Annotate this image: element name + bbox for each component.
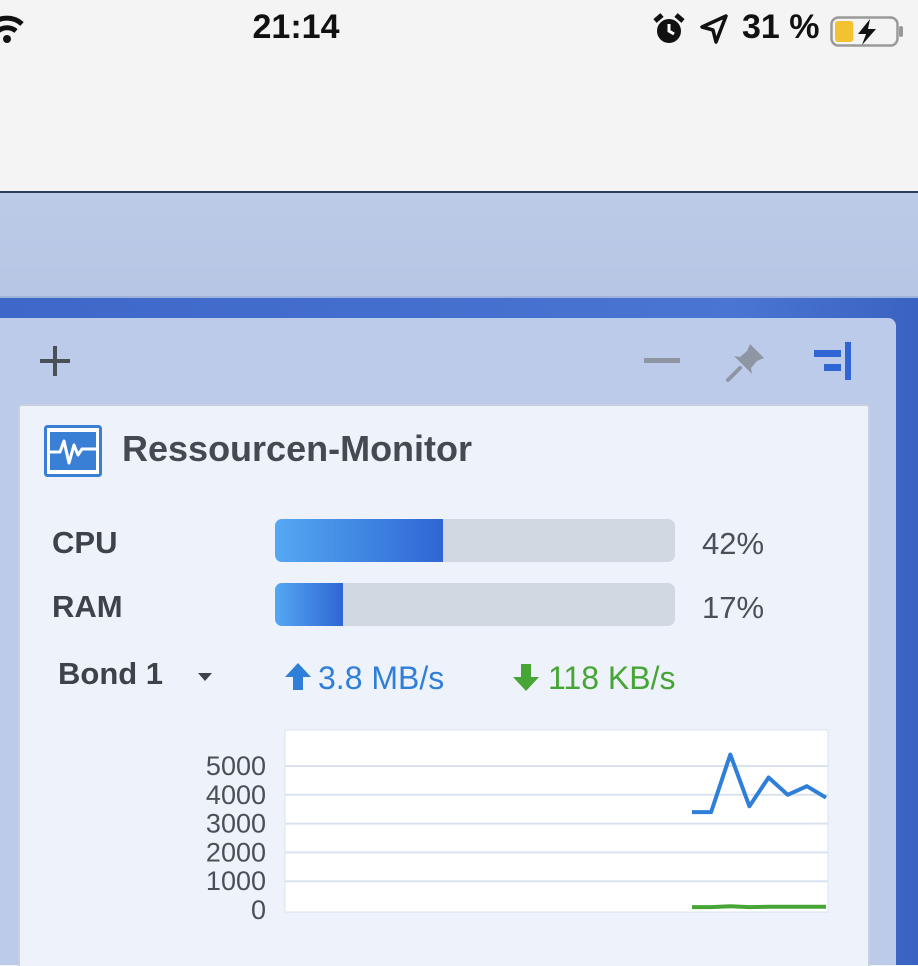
status-time: 21:14 <box>252 8 340 46</box>
chart-plot-area <box>284 729 829 913</box>
cpu-label: CPU <box>52 525 118 560</box>
widget-title: Ressourcen-Monitor <box>122 428 473 469</box>
cpu-usage-bar <box>275 519 675 562</box>
location-icon <box>700 14 728 44</box>
pin-icon[interactable] <box>724 340 768 384</box>
cpu-usage-fill <box>275 519 443 562</box>
y-tick-label: 3000 <box>206 809 266 839</box>
chevron-down-icon[interactable] <box>197 672 213 682</box>
plus-icon[interactable] <box>38 344 72 378</box>
upload-arrow-icon <box>285 663 311 690</box>
status-bar: 21:14 31 % <box>0 0 918 60</box>
align-right-icon[interactable] <box>812 342 852 382</box>
activity-monitor-icon <box>44 425 102 477</box>
dsm-taskbar[interactable] <box>0 193 918 298</box>
download-arrow-icon <box>513 664 539 691</box>
ram-usage-fill <box>275 583 343 626</box>
ram-label: RAM <box>52 589 123 624</box>
network-interface-select[interactable]: Bond 1 <box>58 656 163 692</box>
minus-icon[interactable] <box>644 357 680 365</box>
cpu-value: 42% <box>702 526 765 561</box>
battery-percentage: 31 % <box>742 8 820 46</box>
browser-chrome <box>0 60 918 192</box>
y-tick-label: 4000 <box>206 780 266 810</box>
y-tick-label: 2000 <box>206 837 266 867</box>
y-tick-label: 1000 <box>206 866 266 896</box>
ram-value: 17% <box>702 590 765 625</box>
network-traffic-chart: 010002000300040005000 <box>206 729 829 925</box>
ram-usage-bar <box>275 583 675 626</box>
download-series-line <box>692 904 826 910</box>
download-speed: 118 KB/s <box>548 660 676 696</box>
battery-charging-icon <box>830 16 903 47</box>
y-tick-label: 5000 <box>206 751 266 781</box>
upload-speed: 3.8 MB/s <box>318 660 445 696</box>
alarm-icon <box>653 13 685 43</box>
y-tick-label: 0 <box>251 895 266 925</box>
